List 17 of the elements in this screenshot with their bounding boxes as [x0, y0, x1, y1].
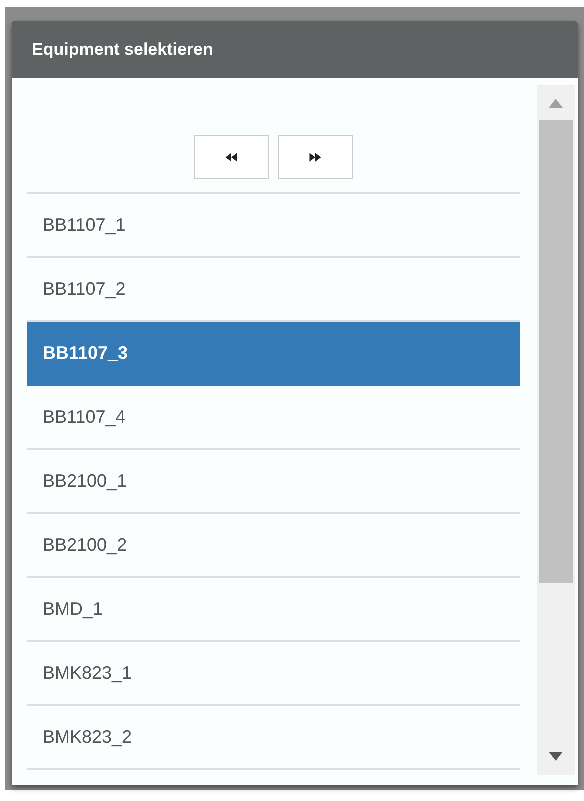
list-item[interactable]: BMK823_2 — [27, 706, 520, 770]
list-item[interactable]: BB2100_2 — [27, 514, 520, 578]
last-page-button[interactable] — [278, 135, 353, 179]
scrollbar-thumb[interactable] — [539, 120, 573, 583]
first-page-button[interactable] — [194, 135, 269, 179]
double-left-arrow-icon — [225, 152, 238, 162]
dialog-title: Equipment selektieren — [12, 21, 578, 78]
list-item[interactable]: BB1107_4 — [27, 386, 520, 450]
scroll-down-icon[interactable] — [549, 752, 563, 761]
scroll-up-icon[interactable] — [549, 99, 563, 108]
list-item[interactable]: BMD_1 — [27, 578, 520, 642]
double-right-arrow-icon — [309, 152, 322, 162]
list-item[interactable]: BB1107_3 — [27, 322, 520, 386]
list-item[interactable]: BMK823_1 — [27, 642, 520, 706]
list-item[interactable]: BB2100_1 — [27, 450, 520, 514]
list-item[interactable]: BB1107_1 — [27, 194, 520, 258]
scrollbar[interactable] — [537, 85, 575, 775]
